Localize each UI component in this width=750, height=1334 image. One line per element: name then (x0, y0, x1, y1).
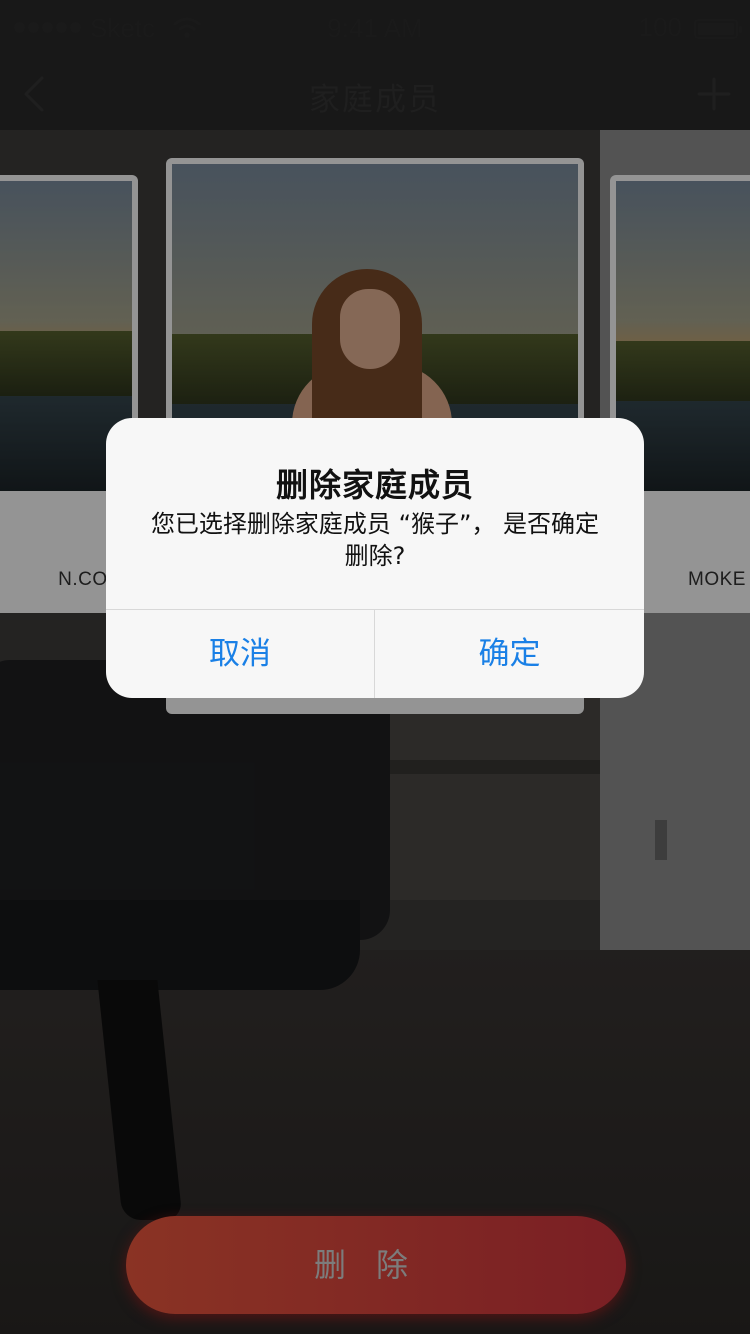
navigation-bar: 家庭成员 (0, 56, 750, 130)
dialog-title: 删除家庭成员 (275, 466, 474, 504)
status-time: 9:41 AM (327, 13, 423, 43)
cancel-button[interactable]: 取消 (106, 610, 374, 698)
battery-percentage: 100 (638, 12, 682, 42)
status-bar: Sketc 9:41 AM 100 (0, 0, 750, 56)
delete-confirm-dialog: 删除家庭成员 您已选择删除家庭成员 “猴子”， 是否确定删除? 取消 确定 (106, 418, 644, 698)
battery-fill (698, 23, 734, 35)
plus-icon[interactable] (696, 76, 732, 112)
dialog-message: 您已选择删除家庭成员 “猴子”， 是否确定删除? (150, 510, 600, 570)
screen: N.COM MOKE Sketc 9:41 AM 100 家庭成员 删除家庭成员… (0, 0, 750, 1334)
page-title: 家庭成员 (309, 82, 441, 118)
delete-button[interactable]: 删除 (126, 1216, 626, 1314)
confirm-button[interactable]: 确定 (375, 610, 644, 698)
battery-icon (694, 19, 742, 39)
